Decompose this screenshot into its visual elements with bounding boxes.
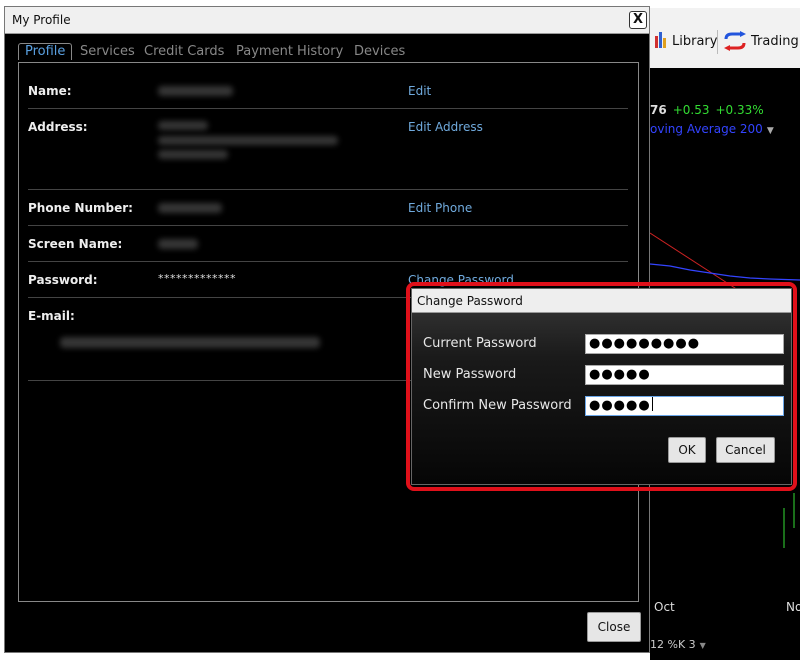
- cancel-button[interactable]: Cancel: [716, 437, 775, 463]
- password-value: *************: [158, 272, 236, 285]
- row-divider: [28, 261, 628, 262]
- name-value-redacted: [158, 86, 233, 96]
- dialog-title: Change Password: [417, 294, 523, 308]
- address-value-redacted: [158, 121, 208, 130]
- tab-devices[interactable]: Devices: [354, 44, 405, 59]
- dialog-titlebar: My Profile X: [5, 7, 649, 34]
- confirm-new-password-label: Confirm New Password: [423, 398, 572, 413]
- row-divider: [28, 189, 628, 190]
- library-button[interactable]: Library: [672, 34, 717, 49]
- phone-value-redacted: [158, 203, 222, 213]
- toolbar-separator: [717, 30, 718, 54]
- x-axis-label-no: No: [786, 600, 800, 614]
- edit-address-link[interactable]: Edit Address: [408, 120, 483, 134]
- edit-phone-link[interactable]: Edit Phone: [408, 201, 472, 215]
- address-label: Address:: [28, 120, 88, 134]
- new-password-label: New Password: [423, 367, 517, 382]
- close-button[interactable]: Close: [587, 612, 641, 642]
- tab-credit-cards[interactable]: Credit Cards: [144, 44, 224, 59]
- moving-average-line: [650, 263, 800, 281]
- row-divider: [28, 108, 628, 109]
- email-value-redacted: [60, 337, 320, 348]
- address-value-redacted: [158, 150, 228, 159]
- chevron-down-icon: ▼: [699, 641, 706, 650]
- screen-name-label: Screen Name:: [28, 237, 123, 251]
- tab-services[interactable]: Services: [80, 44, 135, 59]
- text-cursor: [651, 397, 653, 411]
- tab-profile[interactable]: Profile: [18, 43, 73, 60]
- new-password-input[interactable]: ●●●●●: [585, 365, 784, 385]
- ok-button[interactable]: OK: [668, 437, 706, 463]
- trading-button[interactable]: Trading: [751, 34, 799, 49]
- stochastic-indicator-label[interactable]: 12 %K 3 ▼: [650, 638, 706, 651]
- app-toolbar: Library Trading: [650, 8, 800, 68]
- screen-name-value-redacted: [158, 239, 198, 249]
- current-password-input[interactable]: ●●●●●●●●●: [585, 334, 784, 354]
- dialog-titlebar: Change Password: [412, 289, 791, 313]
- current-password-label: Current Password: [423, 336, 537, 351]
- tab-payment-history[interactable]: Payment History: [236, 44, 343, 59]
- password-label: Password:: [28, 273, 98, 287]
- edit-name-link[interactable]: Edit: [408, 84, 431, 98]
- dialog-title: My Profile: [12, 13, 71, 27]
- address-value-redacted: [158, 136, 338, 145]
- x-axis-label-oct: Oct: [654, 600, 675, 614]
- row-divider: [28, 225, 628, 226]
- confirm-new-password-input[interactable]: ●●●●●: [585, 396, 784, 416]
- close-icon[interactable]: X: [629, 11, 647, 29]
- library-icon: [655, 32, 667, 48]
- trading-icon: [724, 31, 746, 51]
- email-label: E-mail:: [28, 309, 75, 323]
- change-password-dialog: Change Password Current Password ●●●●●●●…: [411, 288, 792, 485]
- phone-number-label: Phone Number:: [28, 201, 133, 215]
- name-label: Name:: [28, 84, 72, 98]
